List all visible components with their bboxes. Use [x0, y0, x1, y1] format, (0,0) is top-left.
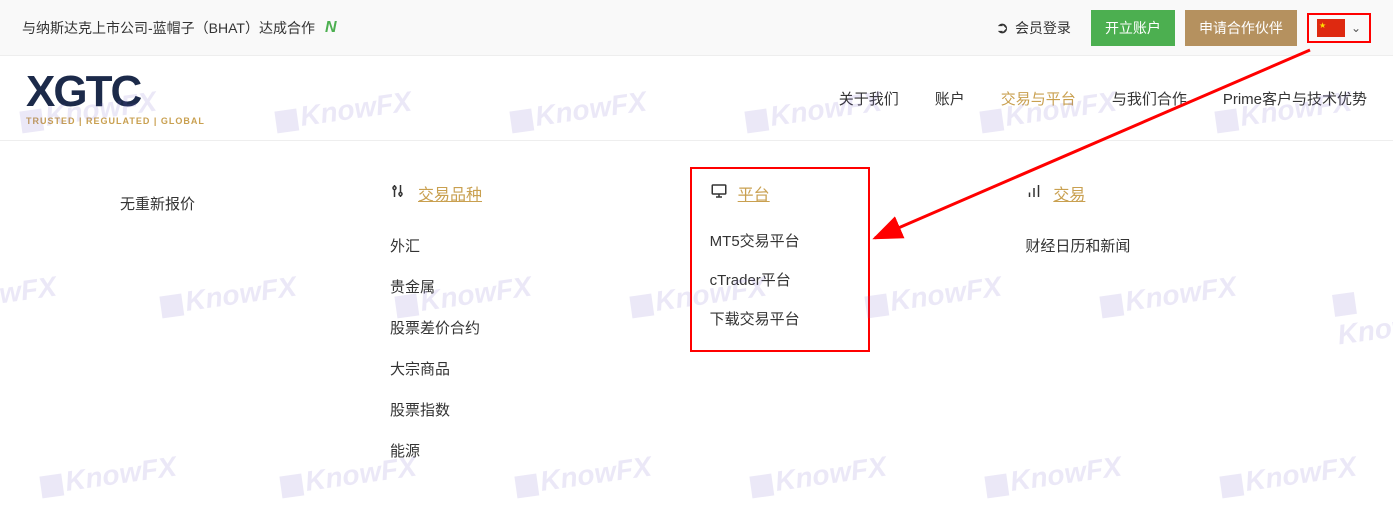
mega-col-trade: 交易 财经日历和新闻 — [1025, 181, 1333, 471]
products-list: 外汇 贵金属 股票差价合约 大宗商品 股票指数 能源 — [390, 225, 698, 471]
member-login-link[interactable]: ➲ 会员登录 — [986, 12, 1081, 44]
platform-heading[interactable]: 平台 — [710, 181, 850, 205]
china-flag-icon — [1317, 19, 1345, 37]
mega-menu: 无重新报价 交易品种 外汇 贵金属 股票差价合约 大宗商品 股票指数 能源 平台 — [0, 141, 1393, 511]
logo-tagline: TRUSTED | REGULATED | GLOBAL — [26, 116, 205, 126]
nav-partner[interactable]: 与我们合作 — [1112, 88, 1187, 109]
product-item-commodities[interactable]: 大宗商品 — [390, 348, 698, 389]
product-item-forex[interactable]: 外汇 — [390, 225, 698, 266]
platform-item-ctrader[interactable]: cTrader平台 — [710, 260, 850, 299]
nav-prime[interactable]: Prime客户与技术优势 — [1223, 88, 1367, 109]
sliders-icon — [390, 182, 408, 205]
main-navbar: XGTC TRUSTED | REGULATED | GLOBAL 关于我们 账… — [0, 56, 1393, 141]
mega-col-products: 交易品种 外汇 贵金属 股票差价合约 大宗商品 股票指数 能源 — [390, 181, 698, 471]
logo-text: XGTC — [26, 70, 205, 114]
apply-partner-button[interactable]: 申请合作伙伴 — [1185, 10, 1297, 46]
monitor-icon — [710, 182, 728, 205]
mega-col-requote: 无重新报价 — [120, 181, 380, 471]
products-heading[interactable]: 交易品种 — [390, 181, 698, 205]
open-account-button[interactable]: 开立账户 — [1091, 10, 1175, 46]
platform-item-mt5[interactable]: MT5交易平台 — [710, 221, 850, 260]
platform-highlight-box: 平台 MT5交易平台 cTrader平台 下载交易平台 — [690, 167, 870, 352]
product-item-cfd[interactable]: 股票差价合约 — [390, 307, 698, 348]
nav-account[interactable]: 账户 — [935, 88, 965, 109]
platform-item-download[interactable]: 下载交易平台 — [710, 299, 850, 338]
login-icon: ➲ — [996, 18, 1009, 38]
announcement-bar: 与纳斯达克上市公司-蓝帽子（BHAT）达成合作 N — [22, 18, 337, 38]
topbar-actions: ➲ 会员登录 开立账户 申请合作伙伴 ⌄ — [986, 10, 1371, 46]
trade-heading[interactable]: 交易 — [1025, 181, 1333, 205]
nav-trading-platform[interactable]: 交易与平台 — [1001, 88, 1076, 109]
login-label: 会员登录 — [1015, 18, 1071, 38]
platform-list: MT5交易平台 cTrader平台 下载交易平台 — [710, 221, 850, 338]
mega-col-platform: 平台 MT5交易平台 cTrader平台 下载交易平台 — [708, 181, 1016, 471]
trade-item-calendar[interactable]: 财经日历和新闻 — [1025, 225, 1333, 266]
announcement-text: 与纳斯达克上市公司-蓝帽子（BHAT）达成合作 — [22, 18, 315, 38]
nav-about[interactable]: 关于我们 — [839, 88, 899, 109]
nav-links: 关于我们 账户 交易与平台 与我们合作 Prime客户与技术优势 — [839, 88, 1367, 109]
topbar: 与纳斯达克上市公司-蓝帽子（BHAT）达成合作 N ➲ 会员登录 开立账户 申请… — [0, 0, 1393, 56]
bar-chart-icon — [1025, 182, 1043, 205]
stock-chart-icon: N — [325, 19, 337, 37]
product-item-metals[interactable]: 贵金属 — [390, 266, 698, 307]
chevron-down-icon: ⌄ — [1351, 21, 1361, 35]
product-item-energy[interactable]: 能源 — [390, 430, 698, 471]
trade-list: 财经日历和新闻 — [1025, 225, 1333, 266]
site-logo[interactable]: XGTC TRUSTED | REGULATED | GLOBAL — [26, 70, 205, 126]
no-requote-text: 无重新报价 — [120, 193, 380, 214]
language-selector[interactable]: ⌄ — [1307, 13, 1371, 43]
product-item-indices[interactable]: 股票指数 — [390, 389, 698, 430]
